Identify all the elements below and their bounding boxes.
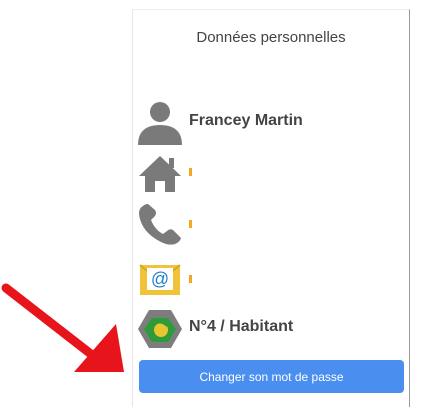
email-icon: @ bbox=[135, 257, 185, 303]
panel-title: Données personnelles bbox=[196, 29, 346, 46]
housing-label: N°4 / Habitant bbox=[189, 318, 294, 335]
change-password-button[interactable]: Changer son mot de passe bbox=[139, 360, 404, 393]
home-icon bbox=[135, 150, 185, 196]
housing-logo-icon bbox=[135, 306, 185, 352]
email-value bbox=[189, 275, 192, 283]
housing-row: N°4 / Habitant bbox=[135, 306, 409, 352]
personal-data-panel: Données personnelles Francey Martin @ N°… bbox=[132, 9, 410, 407]
home-row bbox=[135, 150, 409, 196]
email-row: @ bbox=[135, 257, 409, 303]
phone-icon bbox=[135, 202, 185, 248]
phone-row bbox=[135, 202, 409, 248]
svg-text:@: @ bbox=[151, 269, 169, 289]
user-name: Francey Martin bbox=[189, 112, 303, 129]
user-icon bbox=[135, 100, 185, 146]
red-arrow-annotation bbox=[1, 283, 124, 372]
name-row: Francey Martin bbox=[135, 100, 409, 146]
phone-value bbox=[189, 220, 192, 228]
home-value bbox=[189, 168, 192, 176]
